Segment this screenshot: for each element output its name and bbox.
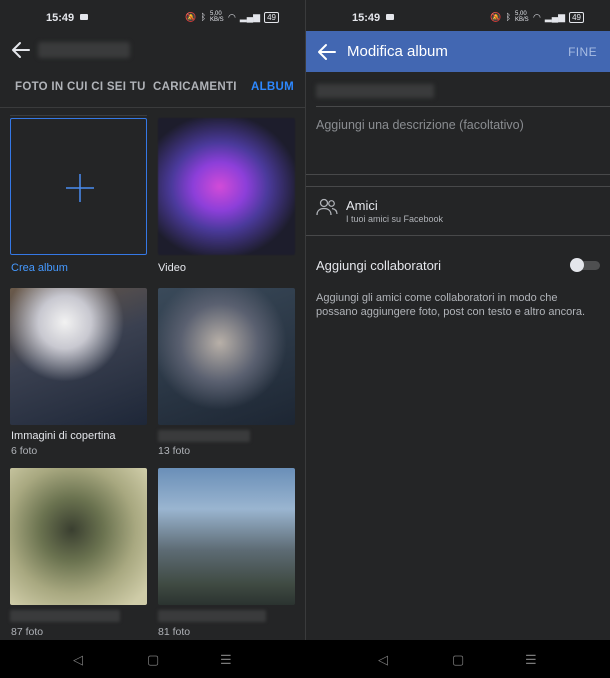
- collaborators-label: Aggiungi collaboratori: [316, 258, 442, 273]
- collaborators-toggle[interactable]: [570, 258, 600, 272]
- divider: [306, 174, 610, 175]
- album-thumbnail[interactable]: [158, 288, 295, 425]
- menu-lines-icon[interactable]: ☰: [220, 652, 232, 668]
- page-title: Modifica album: [347, 43, 448, 60]
- album-count: 13 foto: [158, 445, 191, 457]
- bluetooth-icon: ᛒ: [200, 12, 206, 22]
- home-square-icon[interactable]: ▢: [452, 652, 464, 668]
- back-arrow-icon[interactable]: [10, 39, 32, 61]
- friends-icon: [316, 198, 338, 216]
- album-video-label: Video: [158, 262, 186, 274]
- tab-divider: [0, 107, 305, 108]
- album-cover-label: Immagini di copertina: [11, 430, 116, 442]
- network-speed: 5,00 KB/S: [515, 11, 529, 23]
- album-name-redacted: [158, 430, 250, 442]
- signal-icon: ▂▄▆: [544, 11, 566, 22]
- album-name-redacted: [158, 610, 266, 622]
- wifi-icon: ◠: [228, 11, 236, 22]
- done-button[interactable]: FINE: [568, 45, 597, 59]
- album-name-field[interactable]: [316, 84, 434, 98]
- album-count: 87 foto: [11, 626, 44, 638]
- album-cover-count: 6 foto: [11, 445, 38, 457]
- top-bar: [0, 37, 305, 67]
- plus-icon: [66, 174, 94, 202]
- divider: [306, 186, 610, 187]
- battery-icon: 49: [264, 11, 279, 23]
- edit-album-screen: 15:49 🔕 ᛒ 5,00 KB/S ◠ ▂▄▆ 49 Modifica al…: [305, 0, 610, 678]
- status-icons: 🔕 ᛒ 5,00 KB/S ◠ ▂▄▆ 49: [490, 11, 584, 23]
- divider: [306, 235, 610, 236]
- wifi-icon: ◠: [533, 11, 541, 22]
- tab-tagged-photos[interactable]: FOTO IN CUI CI SEI TU: [15, 78, 146, 93]
- status-bar: 15:49 🔕 ᛒ 5,00 KB/S ◠ ▂▄▆ 49: [0, 0, 305, 37]
- album-thumbnail[interactable]: [158, 468, 295, 605]
- album-count: 81 foto: [158, 626, 191, 638]
- back-triangle-icon[interactable]: ◁: [73, 652, 83, 668]
- mute-icon: 🔕: [490, 11, 502, 22]
- description-field[interactable]: Aggiungi una descrizione (facoltativo): [316, 118, 524, 132]
- album-video-thumbnail[interactable]: [158, 118, 295, 255]
- back-arrow-icon[interactable]: [316, 41, 338, 63]
- status-time: 15:49: [352, 12, 381, 24]
- home-square-icon[interactable]: ▢: [147, 652, 159, 668]
- profile-name-redacted: [38, 42, 130, 58]
- tab-uploads[interactable]: CARICAMENTI: [153, 78, 237, 93]
- album-list-screen: 15:49 🔕 ᛒ 5,00 KB/S ◠ ▂▄▆ 49 FOTO IN CUI…: [0, 0, 305, 678]
- status-time: 15:49: [46, 12, 75, 24]
- row-divider: [10, 115, 147, 116]
- album-thumbnail[interactable]: [10, 468, 147, 605]
- edit-album-header: Modifica album FINE: [306, 31, 610, 72]
- notification-icon: [386, 14, 394, 20]
- status-icons: 🔕 ᛒ 5,00 KB/S ◠ ▂▄▆ 49: [185, 11, 279, 23]
- collaborators-description: Aggiungi gli amici come collaboratori in…: [316, 292, 586, 318]
- menu-lines-icon[interactable]: ☰: [525, 652, 537, 668]
- notification-icon: [80, 14, 88, 20]
- signal-icon: ▂▄▆: [239, 11, 261, 22]
- album-cover-thumbnail[interactable]: [10, 288, 147, 425]
- back-triangle-icon[interactable]: ◁: [378, 652, 388, 668]
- divider: [316, 106, 610, 107]
- privacy-sublabel: I tuoi amici su Facebook: [346, 214, 444, 224]
- bluetooth-icon: ᛒ: [505, 12, 511, 22]
- create-album-tile[interactable]: [10, 118, 147, 255]
- create-album-label[interactable]: Crea album: [11, 262, 68, 274]
- privacy-label: Amici: [346, 198, 378, 213]
- tab-albums[interactable]: ALBUM: [251, 78, 294, 93]
- battery-icon: 49: [569, 11, 584, 23]
- toggle-knob: [570, 258, 584, 272]
- network-speed: 5,00 KB/S: [210, 11, 224, 23]
- system-nav-bar: ◁ ▢ ☰ ◁ ▢ ☰: [0, 640, 610, 678]
- photo-tabs: FOTO IN CUI CI SEI TU CARICAMENTI ALBUM: [0, 78, 305, 108]
- album-name-redacted: [10, 610, 120, 622]
- mute-icon: 🔕: [185, 11, 197, 22]
